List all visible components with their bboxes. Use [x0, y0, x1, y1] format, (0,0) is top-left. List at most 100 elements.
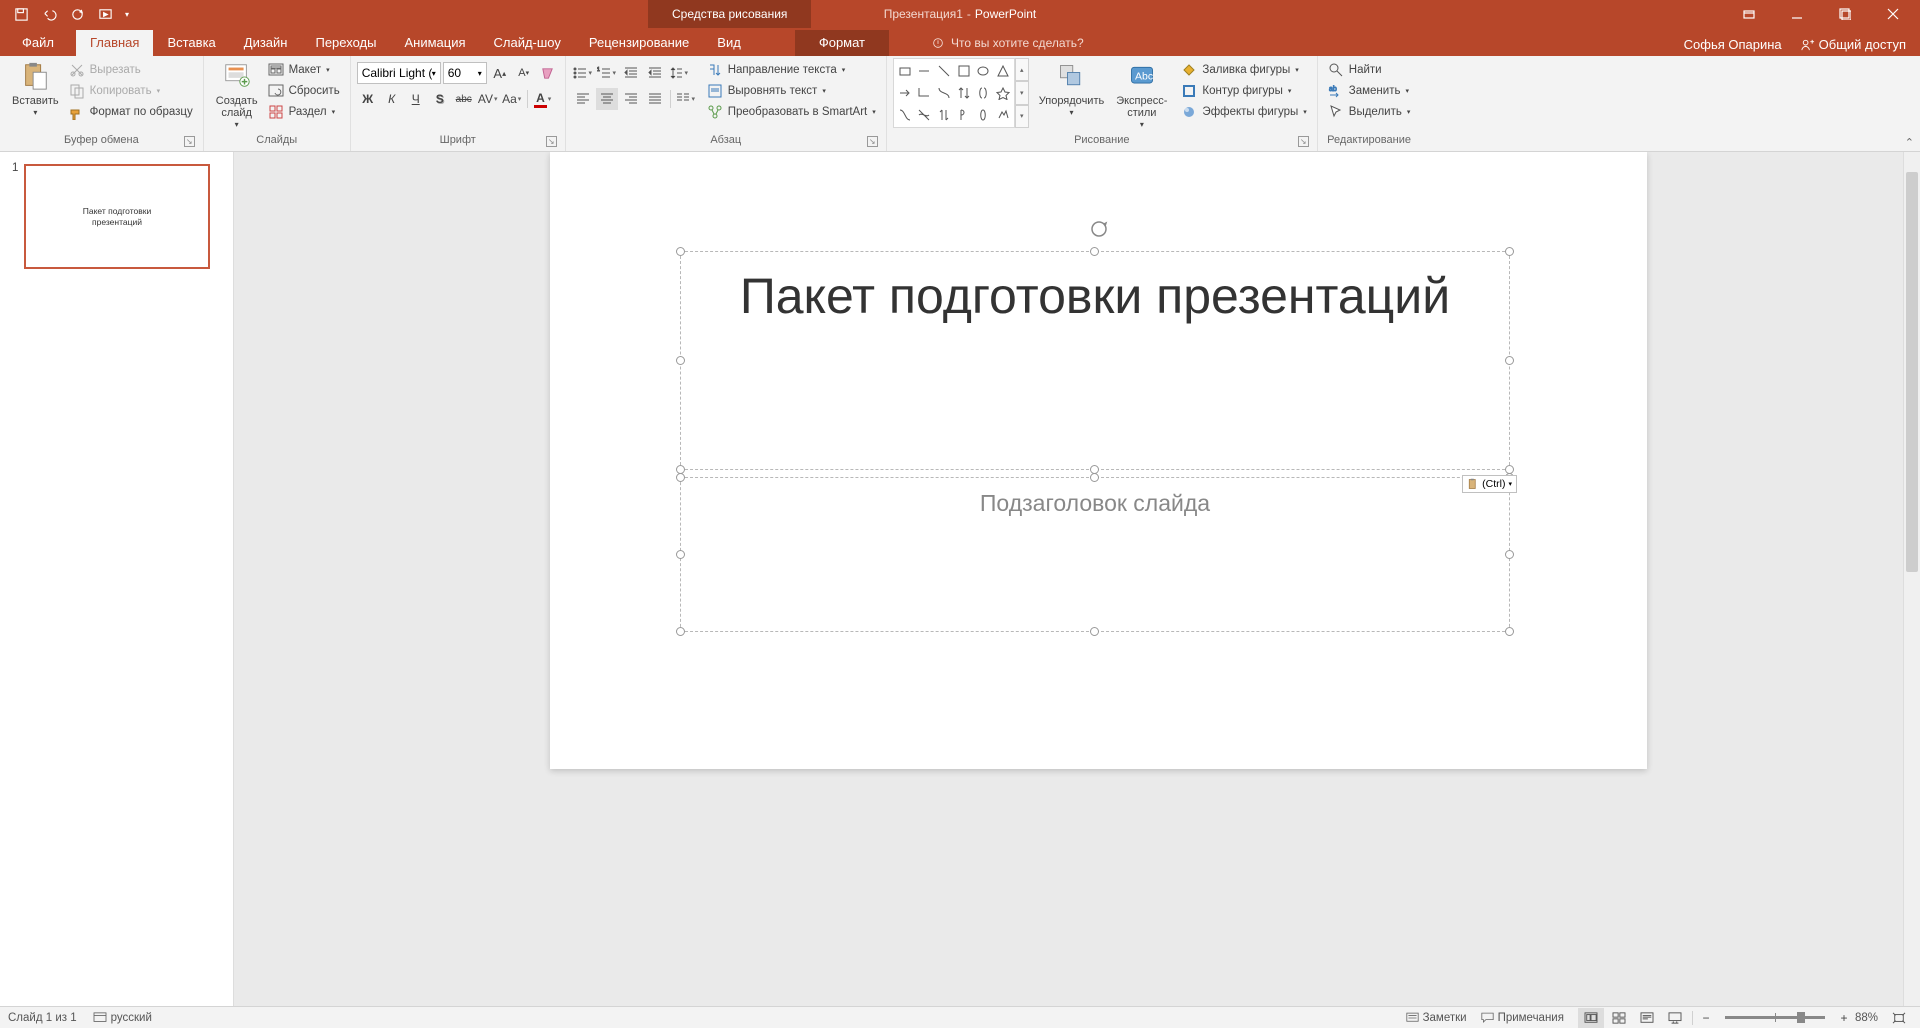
tab-design[interactable]: Дизайн: [230, 30, 302, 56]
qat-customize-icon[interactable]: ▾: [120, 1, 134, 27]
tell-me-search[interactable]: Что вы хотите сделать?: [931, 36, 1084, 56]
replace-button[interactable]: abЗаменить▾: [1324, 82, 1415, 100]
quick-styles-button[interactable]: Abc Экспресс- стили▾: [1110, 58, 1173, 133]
zoom-in-icon[interactable]: +: [1835, 1007, 1853, 1029]
user-name[interactable]: Софья Опарина: [1684, 37, 1782, 52]
strikethrough-button[interactable]: abc: [453, 88, 475, 110]
justify-icon[interactable]: [644, 88, 666, 110]
font-launcher-icon[interactable]: ↘: [546, 136, 557, 147]
find-button[interactable]: Найти: [1324, 61, 1415, 79]
group-font: Calibri Light (З▾ 60▾ A▴ A▾ Ж К Ч S abc …: [351, 56, 566, 151]
font-size-combo[interactable]: 60▾: [443, 62, 487, 84]
redo-icon[interactable]: [64, 1, 90, 27]
paste-button[interactable]: Вставить▾: [6, 58, 65, 121]
group-slides: Создать слайд▾ Макет▾ Сбросить Раздел▾ С…: [204, 56, 351, 151]
title-textbox[interactable]: Пакет подготовки презентаций: [680, 251, 1510, 470]
collapse-ribbon-icon[interactable]: ⌃: [1905, 136, 1914, 149]
drawing-launcher-icon[interactable]: ↘: [1298, 136, 1309, 147]
columns-icon[interactable]: [675, 88, 697, 110]
align-left-icon[interactable]: [572, 88, 594, 110]
tab-home[interactable]: Главная: [76, 30, 153, 56]
text-direction-button[interactable]: Направление текста▾: [703, 61, 880, 79]
subtitle-textbox[interactable]: Подзаголовок слайда: [680, 477, 1510, 632]
normal-view-icon[interactable]: [1578, 1008, 1604, 1028]
start-from-beginning-icon[interactable]: [92, 1, 118, 27]
tab-insert[interactable]: Вставка: [153, 30, 229, 56]
align-text-button[interactable]: Выровнять текст▾: [703, 82, 880, 100]
slide-title-text[interactable]: Пакет подготовки презентаций: [681, 252, 1509, 340]
paste-options-button[interactable]: (Ctrl)▾: [1462, 475, 1517, 493]
bold-button[interactable]: Ж: [357, 88, 379, 110]
change-case-button[interactable]: Aa: [501, 88, 523, 110]
tab-format[interactable]: Формат: [795, 30, 889, 56]
slide-canvas-area[interactable]: Пакет подготовки презентаций Подзаголово…: [234, 152, 1920, 1006]
comments-button[interactable]: Примечания: [1481, 1012, 1564, 1024]
cut-button[interactable]: Вырезать: [65, 61, 197, 79]
tab-file[interactable]: Файл: [0, 30, 76, 56]
vertical-scrollbar[interactable]: [1903, 152, 1920, 1006]
shape-effects-button[interactable]: Эффекты фигуры▾: [1177, 103, 1310, 121]
underline-button[interactable]: Ч: [405, 88, 427, 110]
slide-thumbnail-1[interactable]: Пакет подготовки презентаций: [24, 164, 210, 269]
slideshow-view-icon[interactable]: [1662, 1008, 1688, 1028]
contextual-tab-label: Средства рисования: [648, 0, 811, 28]
font-color-button[interactable]: A: [532, 88, 554, 110]
fit-to-window-icon[interactable]: [1886, 1008, 1912, 1028]
arrange-button[interactable]: Упорядочить▾: [1033, 58, 1110, 121]
clipboard-launcher-icon[interactable]: ↘: [184, 136, 195, 147]
bullets-icon[interactable]: [572, 62, 594, 84]
save-icon[interactable]: [8, 1, 34, 27]
tab-view[interactable]: Вид: [703, 30, 755, 56]
reset-button[interactable]: Сбросить: [264, 82, 344, 100]
share-button[interactable]: Общий доступ: [1800, 37, 1906, 52]
ribbon: Вставить▾ Вырезать Копировать▾ Формат по…: [0, 56, 1920, 152]
increase-indent-icon[interactable]: [644, 62, 666, 84]
shadow-button[interactable]: S: [429, 88, 451, 110]
ribbon-display-icon[interactable]: [1726, 0, 1772, 28]
group-editing: Найти abЗаменить▾ Выделить▾ Редактирован…: [1318, 56, 1421, 151]
align-center-icon[interactable]: [596, 88, 618, 110]
slide-counter[interactable]: Слайд 1 из 1: [8, 1012, 77, 1024]
close-icon[interactable]: [1870, 0, 1916, 28]
gallery-scroll[interactable]: ▴▾▾: [1015, 58, 1029, 128]
copy-button[interactable]: Копировать▾: [65, 82, 197, 100]
shrink-font-icon[interactable]: A▾: [513, 62, 535, 84]
italic-button[interactable]: К: [381, 88, 403, 110]
zoom-out-icon[interactable]: −: [1697, 1007, 1715, 1029]
grow-font-icon[interactable]: A▴: [489, 62, 511, 84]
font-name-combo[interactable]: Calibri Light (З▾: [357, 62, 441, 84]
decrease-indent-icon[interactable]: [620, 62, 642, 84]
shape-fill-button[interactable]: Заливка фигуры▾: [1177, 61, 1310, 79]
rotate-handle-icon[interactable]: [1088, 218, 1110, 240]
shapes-gallery[interactable]: [893, 58, 1015, 128]
tab-animations[interactable]: Анимация: [390, 30, 479, 56]
clear-formatting-icon[interactable]: [537, 62, 559, 84]
shape-outline-button[interactable]: Контур фигуры▾: [1177, 82, 1310, 100]
zoom-slider[interactable]: [1725, 1016, 1825, 1019]
paragraph-launcher-icon[interactable]: ↘: [867, 136, 878, 147]
language-indicator[interactable]: русский: [93, 1012, 152, 1024]
tab-transitions[interactable]: Переходы: [301, 30, 390, 56]
tab-review[interactable]: Рецензирование: [575, 30, 703, 56]
select-button[interactable]: Выделить▾: [1324, 103, 1415, 121]
slide-subtitle-text[interactable]: Подзаголовок слайда: [681, 478, 1509, 517]
layout-button[interactable]: Макет▾: [264, 61, 344, 79]
undo-icon[interactable]: [36, 1, 62, 27]
reading-view-icon[interactable]: [1634, 1008, 1660, 1028]
align-right-icon[interactable]: [620, 88, 642, 110]
convert-smartart-button[interactable]: Преобразовать в SmartArt▾: [703, 103, 880, 121]
slide: Пакет подготовки презентаций Подзаголово…: [550, 152, 1647, 769]
format-painter-button[interactable]: Формат по образцу: [65, 103, 197, 121]
notes-button[interactable]: Заметки: [1406, 1012, 1467, 1024]
tab-slideshow[interactable]: Слайд-шоу: [480, 30, 575, 56]
zoom-percentage[interactable]: 88%: [1855, 1012, 1878, 1024]
minimize-icon[interactable]: [1774, 0, 1820, 28]
slide-sorter-view-icon[interactable]: [1606, 1008, 1632, 1028]
numbering-icon[interactable]: 1: [596, 62, 618, 84]
new-slide-button[interactable]: Создать слайд▾: [210, 58, 264, 133]
char-spacing-button[interactable]: AV: [477, 88, 499, 110]
section-button[interactable]: Раздел▾: [264, 103, 344, 121]
maximize-icon[interactable]: [1822, 0, 1868, 28]
line-spacing-icon[interactable]: [668, 62, 690, 84]
group-drawing: ▴▾▾ Упорядочить▾ Abc Экспресс- стили▾ За…: [887, 56, 1318, 151]
